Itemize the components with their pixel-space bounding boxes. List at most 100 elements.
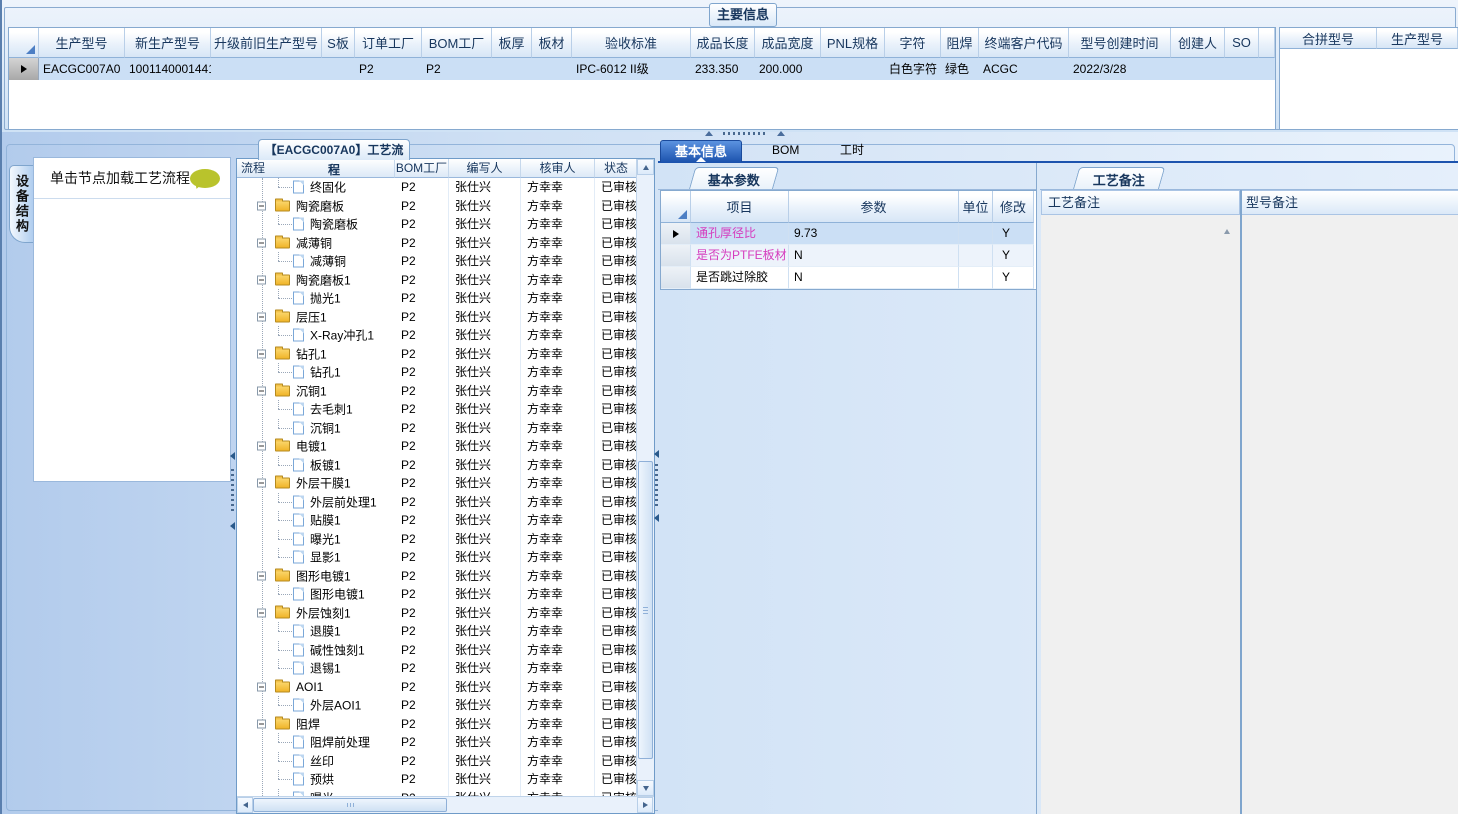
column-header[interactable]: 创建人	[1171, 28, 1225, 58]
tree-collapse-toggle[interactable]	[257, 571, 266, 581]
tree-node[interactable]: 丝印	[237, 751, 395, 771]
tree-collapse-toggle[interactable]	[257, 312, 266, 322]
process-notes-area[interactable]	[1041, 215, 1224, 814]
tree-node[interactable]: 图形电镀1	[237, 585, 395, 604]
tree-column-header[interactable]: 流程	[237, 159, 395, 178]
tree-row-file[interactable]: 外层前处理1 P2 张仕兴 方幸幸 已审核	[237, 492, 636, 511]
param-cell[interactable]	[959, 267, 993, 289]
right-splitter[interactable]	[652, 450, 661, 522]
left-splitter[interactable]	[228, 452, 237, 530]
tree-row-folder[interactable]: 阻焊 P2 张仕兴 方幸幸 已审核	[237, 714, 636, 734]
param-row[interactable]: 是否为PTFE板材 N Y	[661, 245, 1036, 267]
grid-cell[interactable]	[211, 58, 322, 80]
column-header[interactable]: 板材	[532, 28, 572, 58]
grid-cell[interactable]: 200.000	[755, 58, 821, 80]
grid-cell[interactable]: 2022/3/28	[1069, 58, 1171, 80]
column-header[interactable]: 升级前旧生产型号	[211, 28, 322, 58]
scroll-left-button[interactable]	[237, 797, 253, 813]
tree-row-file[interactable]: 终固化 P2 张仕兴 方幸幸 已审核	[237, 178, 636, 197]
tree-column-header[interactable]: 核审人	[521, 159, 595, 178]
column-header[interactable]: PNL规格	[821, 28, 885, 58]
process-flow-tab[interactable]: 【EACGC007A0】工艺流程	[258, 139, 410, 177]
tree-row-file[interactable]: 钻孔1 P2 张仕兴 方幸幸 已审核	[237, 363, 636, 382]
tree-collapse-toggle[interactable]	[257, 386, 266, 396]
tree-row-file[interactable]: 曝光 P2张仕兴方幸幸已审核	[237, 788, 636, 796]
tree-row-file[interactable]: 退膜1 P2 张仕兴 方幸幸 已审核	[237, 622, 636, 641]
tab-work-hours[interactable]: 工时	[826, 140, 878, 161]
param-row[interactable]: 是否跳过除胶 N Y	[661, 267, 1036, 289]
param-column-header[interactable]: 单位	[959, 191, 993, 223]
scroll-up-button[interactable]	[637, 159, 654, 175]
tree-node[interactable]: 图形电镀1	[237, 567, 395, 586]
tree-row-file[interactable]: 预烘 P2 张仕兴 方幸幸 已审核	[237, 770, 636, 789]
tree-collapse-toggle[interactable]	[257, 478, 266, 488]
tree-row-file[interactable]: 显影1 P2 张仕兴 方幸幸 已审核	[237, 548, 636, 567]
splitter-grip[interactable]	[231, 469, 234, 513]
tree-row-file[interactable]: 抛光1 P2 张仕兴 方幸幸 已审核	[237, 289, 636, 308]
tree-node[interactable]: 陶瓷磨板	[237, 197, 395, 216]
tree-node[interactable]: 电镀1	[237, 437, 395, 456]
tree-row-folder[interactable]: 减薄铜 P2 张仕兴 方幸幸 已审核	[237, 233, 636, 252]
tree-row-file[interactable]: 板镀1 P2 张仕兴 方幸幸 已审核	[237, 455, 636, 474]
scroll-down-button[interactable]	[637, 780, 654, 796]
grid-cell[interactable]: IPC-6012 II级	[572, 58, 691, 80]
tree-node[interactable]: 钻孔1	[237, 345, 395, 364]
tree-node[interactable]: 曝光	[237, 788, 395, 796]
tree-node[interactable]: 抛光1	[237, 289, 395, 308]
param-cell[interactable]: N	[789, 245, 959, 267]
column-header[interactable]: 生产型号	[39, 28, 125, 58]
tree-collapse-toggle[interactable]	[257, 682, 266, 692]
horizontal-scroll-thumb[interactable]	[253, 798, 447, 812]
column-header[interactable]: 阻焊	[941, 28, 979, 58]
tree-collapse-toggle[interactable]	[257, 349, 266, 359]
column-header[interactable]: 板厚	[492, 28, 532, 58]
tree-collapse-toggle[interactable]	[257, 719, 266, 729]
tree-node[interactable]: 减薄铜	[237, 252, 395, 271]
column-header[interactable]: 字符	[885, 28, 941, 58]
tree-node[interactable]: 阻焊前处理	[237, 733, 395, 752]
main-grid-selected-row[interactable]: EACGC007A010011400014410 P2P2 IPC-6012 II级…	[9, 58, 1275, 80]
vertical-scroll-thumb[interactable]	[638, 461, 653, 759]
collapse-up-icon[interactable]	[705, 130, 713, 136]
tree-node[interactable]: 阻焊	[237, 715, 395, 734]
collapse-left-icon[interactable]	[654, 514, 659, 522]
tree-node[interactable]: 陶瓷磨板	[237, 215, 395, 234]
tree-node[interactable]: 沉铜1	[237, 382, 395, 401]
tab-bom[interactable]: BOM	[758, 140, 813, 161]
grid-cell[interactable]	[821, 58, 885, 80]
param-cell[interactable]: 是否为PTFE板材	[691, 245, 789, 267]
grid-cell[interactable]	[492, 58, 532, 80]
param-column-header[interactable]: 修改	[993, 191, 1034, 223]
tree-collapse-toggle[interactable]	[257, 238, 266, 248]
tree-node[interactable]: 外层蚀刻1	[237, 604, 395, 623]
column-header[interactable]: 新生产型号	[125, 28, 211, 58]
grid-cell[interactable]: ACGC	[979, 58, 1069, 80]
tree-column-header[interactable]: BOM工厂	[395, 159, 449, 178]
column-header[interactable]: 成品长度	[691, 28, 755, 58]
tab-basic-info[interactable]: 基本信息	[660, 140, 743, 162]
tab-basic-params[interactable]: 基本参数	[688, 167, 780, 190]
column-header[interactable]: SO	[1225, 28, 1259, 58]
grid-cell[interactable]: 白色字符	[885, 58, 941, 80]
param-cell[interactable]: Y	[993, 245, 1034, 267]
tree-row-file[interactable]: 陶瓷磨板 P2 张仕兴 方幸幸 已审核	[237, 215, 636, 234]
param-cell[interactable]: N	[789, 267, 959, 289]
column-header[interactable]: BOM工厂	[422, 28, 492, 58]
tree-row-file[interactable]: 退锡1 P2 张仕兴 方幸幸 已审核	[237, 659, 636, 678]
grid-cell[interactable]: 绿色	[941, 58, 979, 80]
param-row[interactable]: 通孔厚径比 9.73 Y	[661, 223, 1036, 245]
tree-collapse-toggle[interactable]	[257, 608, 266, 618]
collapse-left-icon[interactable]	[230, 452, 235, 460]
tree-node[interactable]: 曝光1	[237, 529, 395, 549]
param-cell[interactable]: 通孔厚径比	[691, 223, 789, 245]
column-header[interactable]: 型号创建时间	[1069, 28, 1171, 58]
tree-node[interactable]: 碱性蚀刻1	[237, 640, 395, 660]
tree-row-file[interactable]: 曝光1 P2 张仕兴 方幸幸 已审核	[237, 529, 636, 549]
tree-node[interactable]: 退膜1	[237, 622, 395, 641]
tree-row-folder[interactable]: 层压1 P2 张仕兴 方幸幸 已审核	[237, 307, 636, 326]
grid-cell[interactable]: EACGC007A0	[39, 58, 125, 80]
tab-process-notes[interactable]: 工艺备注	[1072, 167, 1166, 190]
grid-cell[interactable]: 10011400014410	[125, 58, 211, 80]
grid-cell[interactable]	[1171, 58, 1225, 80]
tree-node[interactable]: 钻孔1	[237, 363, 395, 382]
